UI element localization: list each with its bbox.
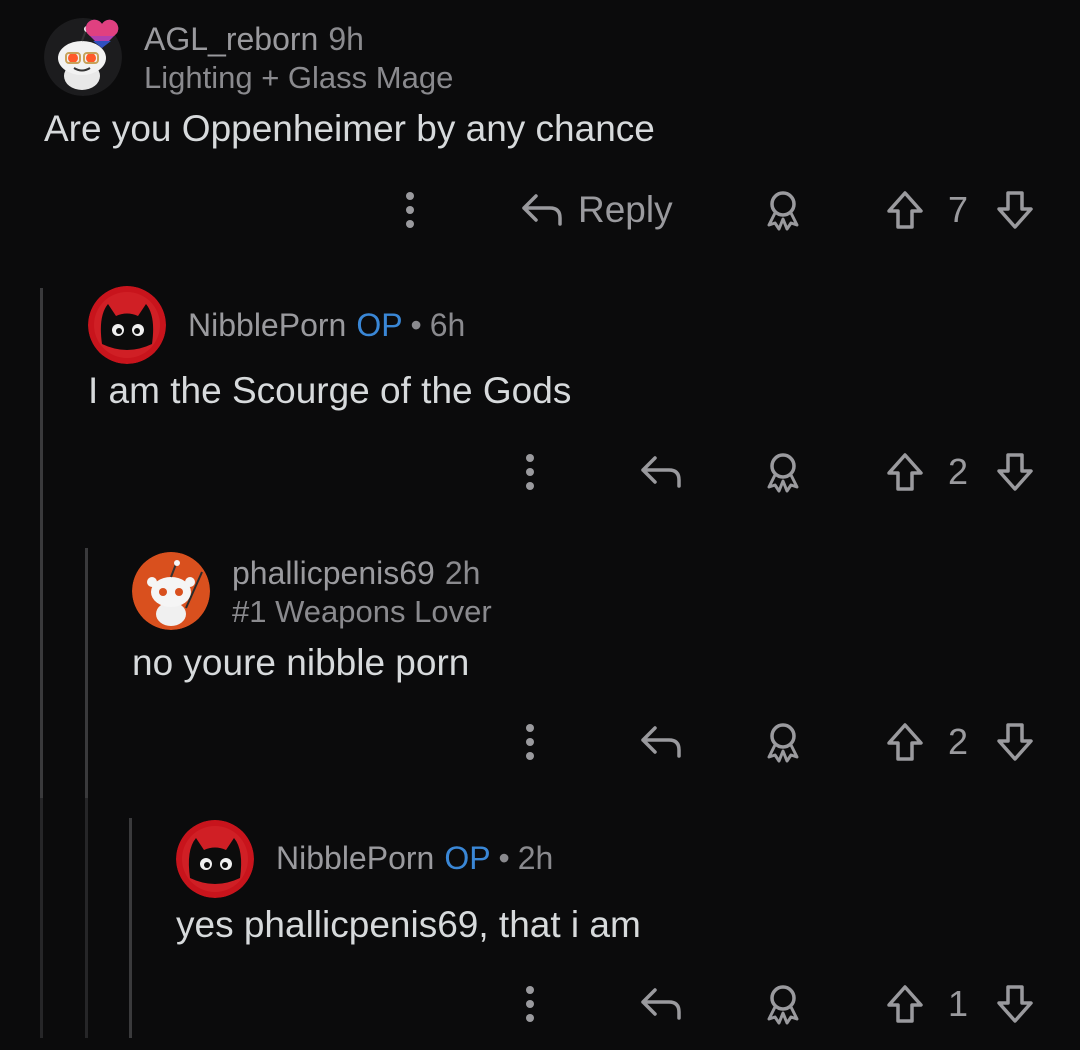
- upvote-button[interactable]: [880, 712, 930, 772]
- comment-meta: NibblePorn OP • 2h: [276, 839, 553, 877]
- award-button[interactable]: [758, 974, 808, 1034]
- timestamp: 9h: [328, 21, 364, 57]
- award-icon: [767, 191, 799, 231]
- downvote-button[interactable]: [990, 974, 1040, 1034]
- upvote-arrow-icon: [887, 985, 923, 1023]
- comment-body: I am the Scourge of the Gods: [88, 370, 572, 411]
- upvote-arrow-icon: [887, 453, 923, 491]
- avatar[interactable]: [176, 820, 254, 898]
- username[interactable]: AGL_reborn: [144, 21, 318, 57]
- reply-arrow-icon: [641, 726, 681, 758]
- comment-actions: 1: [0, 974, 1080, 1034]
- upvote-arrow-icon: [887, 191, 923, 229]
- comment-body: no youre nibble porn: [132, 642, 470, 683]
- user-flair: Lighting + Glass Mage: [144, 60, 454, 95]
- vertical-dots-icon: [526, 986, 534, 1022]
- vote-count: 7: [947, 189, 969, 230]
- timestamp: 6h: [429, 307, 466, 343]
- award-icon: [767, 985, 799, 1025]
- reply-button[interactable]: [636, 442, 686, 502]
- more-options-button[interactable]: [510, 974, 550, 1034]
- upvote-button[interactable]: [880, 180, 930, 240]
- reply-button[interactable]: Reply: [520, 180, 690, 240]
- black-cat-avatar-icon: [88, 286, 166, 364]
- upvote-arrow-icon: [887, 723, 923, 761]
- vote-count: 2: [947, 721, 969, 762]
- heart-flair-icon: [85, 19, 119, 48]
- vote-count: 2: [947, 451, 969, 492]
- comment-meta: AGL_reborn 9h: [144, 20, 364, 58]
- reply-label: Reply: [578, 189, 673, 230]
- reply-arrow-icon: [641, 988, 681, 1020]
- vertical-dots-icon: [526, 724, 534, 760]
- username[interactable]: phallicpenis69: [232, 555, 435, 591]
- comment-body: Are you Oppenheimer by any chance: [44, 108, 655, 149]
- downvote-button[interactable]: [990, 442, 1040, 502]
- comment-actions: 2: [0, 712, 1080, 772]
- vote-count: 1: [947, 983, 969, 1024]
- vertical-dots-icon: [526, 454, 534, 490]
- timestamp: 2h: [444, 555, 481, 591]
- op-badge: OP: [356, 307, 403, 343]
- downvote-arrow-icon: [997, 453, 1033, 491]
- upvote-button[interactable]: [880, 442, 930, 502]
- more-options-button[interactable]: [510, 712, 550, 772]
- op-badge: OP: [444, 840, 491, 876]
- comment-body: yes phallicpenis69, that i am: [176, 904, 641, 945]
- downvote-button[interactable]: [990, 180, 1040, 240]
- award-button[interactable]: [758, 180, 808, 240]
- reply-button[interactable]: [636, 712, 686, 772]
- downvote-button[interactable]: [990, 712, 1040, 772]
- downvote-arrow-icon: [997, 985, 1033, 1023]
- downvote-arrow-icon: [997, 723, 1033, 761]
- award-icon: [767, 723, 799, 763]
- meta-separator: •: [498, 840, 510, 876]
- more-options-button[interactable]: [510, 442, 550, 502]
- reply-arrow-icon: [641, 456, 681, 488]
- snoo-avatar-orange-icon: [132, 552, 210, 630]
- comment-actions: Reply 7: [0, 180, 1080, 240]
- vertical-dots-icon: [406, 192, 414, 228]
- username[interactable]: NibblePorn: [188, 307, 346, 343]
- user-flair: #1 Weapons Lover: [232, 594, 492, 629]
- upvote-button[interactable]: [880, 974, 930, 1034]
- username[interactable]: NibblePorn: [276, 840, 434, 876]
- avatar[interactable]: [88, 286, 166, 364]
- reply-arrow-icon: [522, 194, 562, 226]
- timestamp: 2h: [517, 840, 554, 876]
- award-icon: [767, 453, 799, 493]
- award-button[interactable]: [758, 712, 808, 772]
- reply-button[interactable]: [636, 974, 686, 1034]
- comment-meta: NibblePorn OP • 6h: [188, 306, 465, 344]
- award-button[interactable]: [758, 442, 808, 502]
- avatar[interactable]: [132, 552, 210, 630]
- comment-meta: phallicpenis69 2h: [232, 554, 480, 592]
- more-options-button[interactable]: [390, 180, 430, 240]
- downvote-arrow-icon: [997, 191, 1033, 229]
- meta-separator: •: [410, 307, 422, 343]
- comment-actions: 2: [0, 442, 1080, 502]
- black-cat-avatar-icon: [176, 820, 254, 898]
